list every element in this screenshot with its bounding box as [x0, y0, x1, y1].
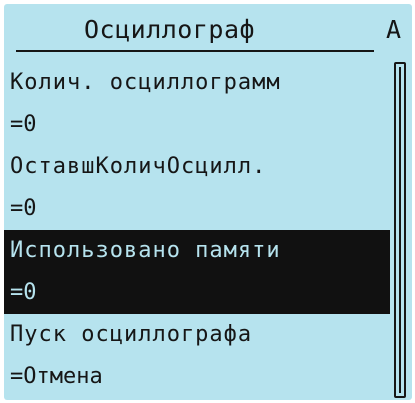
- param-label: Использовано памяти: [10, 238, 281, 263]
- param-item-oscillogram-count[interactable]: Колич. осциллограмм =0: [4, 62, 390, 146]
- scrollbar-thumb[interactable]: [399, 67, 401, 393]
- scrollbar[interactable]: [394, 62, 406, 398]
- param-item-memory-used[interactable]: Использовано памяти =0: [4, 230, 390, 314]
- lcd-screen: Осциллограф А Колич. осциллограмм =0 Ост…: [4, 4, 412, 400]
- param-value: =0: [10, 112, 37, 137]
- param-item-remaining-oscillograms[interactable]: ОставшКоличОсцилл. =0: [4, 146, 390, 230]
- screen-title: Осциллограф: [84, 15, 256, 44]
- param-value: =0: [10, 280, 37, 305]
- param-label: ОставшКоличОсцилл.: [10, 154, 267, 179]
- param-label: Колич. осциллограмм: [10, 70, 281, 95]
- parameter-list: Колич. осциллограмм =0 ОставшКоличОсцилл…: [4, 62, 390, 398]
- title-underline: [16, 50, 374, 52]
- param-label: Пуск осциллографа: [10, 322, 253, 347]
- access-level-indicator: А: [386, 15, 402, 44]
- param-value: =0: [10, 196, 37, 221]
- screen-header: Осциллограф А: [4, 14, 412, 52]
- param-item-oscilloscope-start[interactable]: Пуск осциллографа =Отмена: [4, 314, 390, 398]
- param-value: =Отмена: [10, 364, 103, 389]
